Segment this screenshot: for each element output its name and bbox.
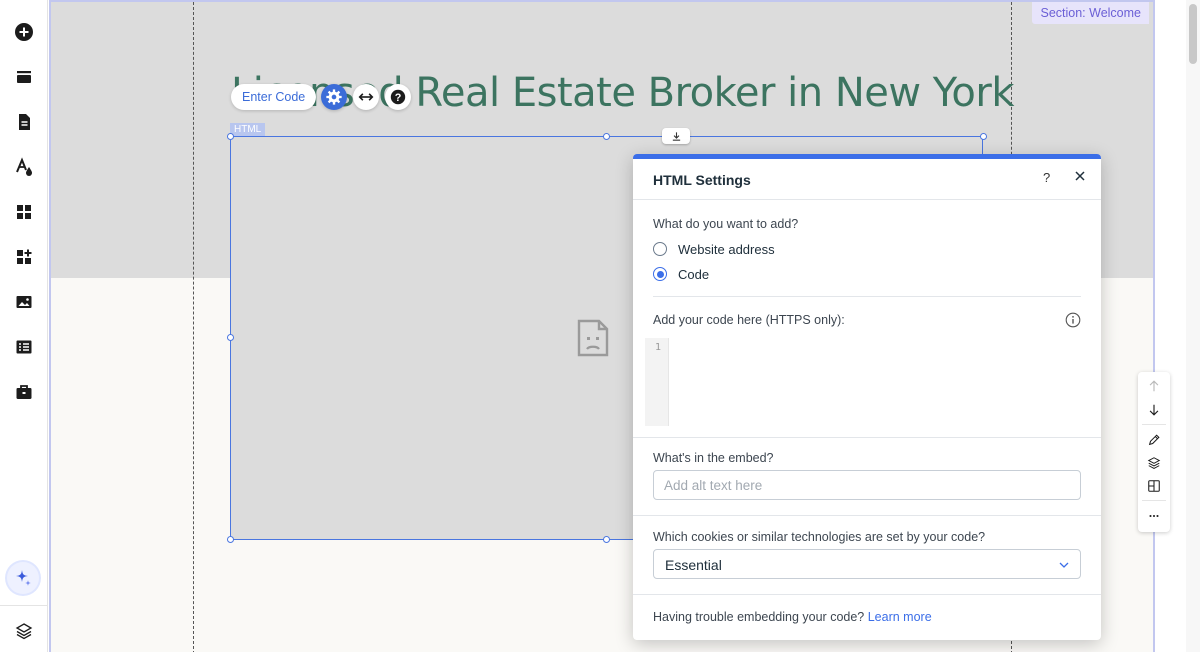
resize-handle-s[interactable] bbox=[603, 536, 610, 543]
layers-button[interactable] bbox=[11, 618, 37, 644]
sections-icon bbox=[17, 71, 31, 83]
arrow-down-icon bbox=[1149, 404, 1159, 416]
code-label[interactable]: Code bbox=[678, 267, 709, 282]
pages-button[interactable] bbox=[11, 109, 37, 135]
code-field-label: Add your code here (HTTPS only): bbox=[653, 313, 845, 327]
apps-button[interactable] bbox=[11, 199, 37, 225]
more-icon bbox=[1149, 514, 1159, 518]
anchor-tab[interactable] bbox=[662, 128, 690, 144]
media-button[interactable] bbox=[11, 289, 37, 315]
help-button[interactable]: ? bbox=[385, 84, 411, 110]
add-icon bbox=[15, 23, 33, 41]
ai-sparkle-icon bbox=[16, 570, 31, 586]
toolbar-separator bbox=[1142, 424, 1166, 425]
ai-assistant-button[interactable] bbox=[7, 562, 39, 594]
layers-icon bbox=[1147, 457, 1161, 469]
design-button[interactable] bbox=[11, 154, 37, 180]
question-icon: ? bbox=[390, 89, 406, 105]
add-apps-button[interactable] bbox=[11, 244, 37, 270]
chevron-down-icon bbox=[1059, 562, 1069, 568]
resize-handle-nw[interactable] bbox=[227, 133, 234, 140]
element-type-tag: HTML bbox=[230, 123, 266, 136]
edit-icon bbox=[1148, 434, 1160, 446]
panel-help-button[interactable]: ? bbox=[1043, 170, 1050, 185]
left-toolbar bbox=[0, 0, 48, 652]
sections-button[interactable] bbox=[11, 64, 37, 90]
business-icon bbox=[16, 385, 32, 399]
section-divider bbox=[653, 296, 1081, 297]
arrange-button[interactable] bbox=[1146, 455, 1162, 471]
close-icon[interactable] bbox=[1073, 169, 1087, 183]
resize-handle-w[interactable] bbox=[227, 334, 234, 341]
toolbar-separator bbox=[1142, 500, 1166, 501]
cms-icon bbox=[16, 340, 32, 354]
gridline-left bbox=[193, 2, 194, 652]
design-icon bbox=[16, 157, 32, 176]
move-down-button[interactable] bbox=[1146, 402, 1162, 418]
svg-text:?: ? bbox=[395, 92, 402, 104]
more-actions-button[interactable] bbox=[1146, 508, 1162, 524]
stretch-button[interactable] bbox=[353, 84, 379, 110]
resize-handle-ne[interactable] bbox=[980, 133, 987, 140]
layers-icon bbox=[15, 623, 33, 640]
section-divider bbox=[633, 594, 1101, 595]
cookies-select[interactable]: Essential bbox=[653, 549, 1081, 579]
section-divider bbox=[633, 437, 1101, 438]
pages-icon bbox=[19, 114, 30, 130]
panel-accent-bar bbox=[633, 154, 1101, 159]
scrollbar-thumb[interactable] bbox=[1189, 4, 1197, 64]
line-number: 1 bbox=[655, 342, 662, 353]
footer-help-text: Having trouble embedding your code? bbox=[653, 610, 865, 624]
settings-button[interactable] bbox=[321, 84, 347, 110]
footer-help: Having trouble embedding your code? Lear… bbox=[653, 610, 932, 624]
website-address-label[interactable]: Website address bbox=[678, 242, 775, 257]
header-divider bbox=[633, 199, 1101, 200]
section-label[interactable]: Section: Welcome bbox=[1032, 2, 1149, 24]
cms-button[interactable] bbox=[11, 334, 37, 360]
enter-code-button[interactable]: Enter Code bbox=[231, 84, 317, 110]
edit-button[interactable] bbox=[1146, 432, 1162, 448]
add-elements-button[interactable] bbox=[11, 19, 37, 45]
broken-document-icon bbox=[577, 319, 609, 357]
html-settings-panel: HTML Settings ? What do you want to add?… bbox=[633, 154, 1101, 640]
apps-icon bbox=[17, 205, 31, 219]
editor-window: Section: Welcome Licensed Real Estate Br… bbox=[0, 0, 1200, 652]
gear-icon bbox=[326, 89, 342, 105]
cookies-label: Which cookies or similar technologies ar… bbox=[653, 530, 986, 544]
business-button[interactable] bbox=[11, 379, 37, 405]
element-quick-actions bbox=[1138, 372, 1170, 532]
section-divider bbox=[633, 515, 1101, 516]
line-number-gutter: 1 bbox=[645, 338, 669, 426]
info-icon[interactable] bbox=[1065, 312, 1081, 328]
resize-handle-n[interactable] bbox=[603, 133, 610, 140]
panel-title: HTML Settings bbox=[653, 172, 751, 188]
move-up-button[interactable] bbox=[1146, 378, 1162, 394]
alt-text-input[interactable] bbox=[653, 470, 1081, 500]
media-icon bbox=[16, 296, 32, 308]
arrow-up-icon bbox=[1149, 380, 1159, 392]
cookies-selected-value: Essential bbox=[665, 557, 722, 573]
code-editor[interactable]: 1 bbox=[645, 338, 1089, 426]
embed-label: What's in the embed? bbox=[653, 451, 774, 465]
learn-more-link[interactable]: Learn more bbox=[868, 610, 932, 624]
download-icon bbox=[672, 131, 680, 141]
layout-button[interactable] bbox=[1146, 478, 1162, 494]
resize-handle-sw[interactable] bbox=[227, 536, 234, 543]
page-headline[interactable]: Licensed Real Estate Broker in New York bbox=[231, 70, 1015, 116]
vertical-scrollbar[interactable] bbox=[1186, 0, 1200, 652]
code-radio[interactable] bbox=[653, 267, 667, 281]
toolbar-divider bbox=[0, 605, 48, 606]
horizontal-arrows-icon bbox=[358, 93, 374, 101]
add-apps-icon bbox=[17, 249, 32, 264]
layout-icon bbox=[1148, 480, 1160, 492]
add-type-label: What do you want to add? bbox=[653, 217, 799, 231]
website-address-radio[interactable] bbox=[653, 242, 667, 256]
